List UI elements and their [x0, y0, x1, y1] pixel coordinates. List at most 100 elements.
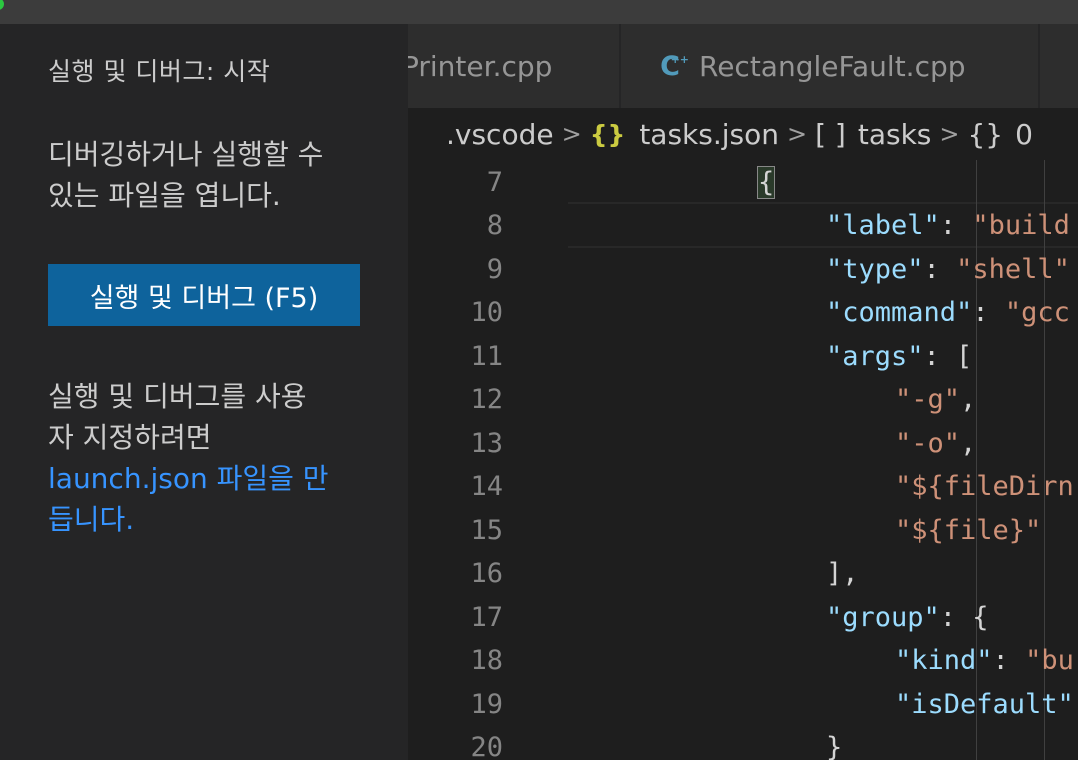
code-text: "kind": "bu: [895, 645, 1074, 676]
code-token: "type": [826, 253, 924, 285]
code-token: "-o": [895, 427, 961, 459]
code-text: "args": [: [826, 341, 972, 372]
code-text: "${fileDirn: [895, 471, 1074, 502]
code-token: : {: [939, 601, 989, 633]
tab-label: RectangleFault.cpp: [699, 49, 966, 83]
chevron-right-icon: >: [786, 120, 808, 148]
cpp-file-icon: C ++: [660, 50, 689, 82]
line-number: 20: [470, 732, 503, 760]
code-token: :: [972, 297, 1005, 328]
breadcrumb-object[interactable]: 0: [1015, 118, 1033, 151]
code-text: ],: [826, 558, 859, 589]
code-token: :: [923, 253, 957, 285]
code-token: ,: [960, 427, 977, 459]
code-text: "label": "build: [826, 210, 1070, 241]
code-text: "command": "gcc: [826, 297, 1070, 328]
chevron-right-icon: >: [939, 120, 960, 148]
code-text: "-o",: [895, 428, 976, 459]
breadcrumb-array[interactable]: tasks: [858, 118, 932, 151]
editor-tab-bar: Printer.cpp C++ RectangleFault.cpp C: [408, 24, 1078, 108]
code-token: "label": [826, 210, 940, 241]
breadcrumb: .vscode > {} tasks.json > [ ] tasks > {}…: [408, 108, 1078, 160]
code-token: {: [756, 165, 776, 199]
line-number: 14: [470, 471, 503, 502]
line-number: 18: [470, 645, 503, 676]
tab-rectanglefault-cpp[interactable]: C ++ RectangleFault.cpp: [621, 24, 1039, 108]
line-number: 19: [470, 688, 503, 720]
code-token: "command": [826, 297, 973, 328]
chevron-right-icon: >: [561, 120, 582, 148]
description-line: 있는 파일을 엽니다.: [48, 179, 281, 212]
code-token: "kind": [895, 645, 993, 676]
code-token: "-g": [895, 384, 961, 415]
title-bar: [0, 0, 1078, 24]
code-token: :: [939, 210, 973, 241]
run-debug-sidebar: 실행 및 디버그: 시작 디버깅하거나 실행할 수 있는 파일을 엽니다. 실행…: [0, 24, 408, 760]
code-token: : [: [923, 340, 973, 372]
customize-hint: 실행 및 디버그를 사용 자 지정하려면 launch.json 파일을 만 듭…: [48, 376, 378, 540]
line-number: 13: [470, 427, 503, 459]
customize-line: 실행 및 디버그를 사용: [48, 380, 307, 413]
code-token: "gcc: [1004, 297, 1070, 328]
array-symbol-icon: [ ]: [815, 117, 846, 151]
code-token: "shell": [956, 253, 1070, 285]
sidebar-description: 디버깅하거나 실행할 수 있는 파일을 엽니다.: [48, 134, 378, 216]
line-number: 9: [486, 253, 503, 285]
customize-line: 자 지정하려면: [48, 421, 212, 454]
tab-next-file[interactable]: C: [1040, 24, 1078, 108]
code-token: }: [826, 732, 843, 760]
code-text: "-g",: [895, 384, 976, 415]
line-number: 8: [486, 210, 503, 241]
window-maximize-button[interactable]: [0, 0, 4, 10]
code-token: ],: [826, 558, 859, 589]
line-number: 16: [470, 558, 503, 589]
line-number: 10: [470, 297, 503, 328]
object-symbol-icon: {}: [967, 117, 1004, 151]
code-token: ,: [960, 384, 977, 415]
code-token: "${file}": [895, 514, 1042, 546]
line-number: 17: [470, 601, 503, 633]
code-line: 14 "${fileDirn: [408, 465, 1078, 509]
code-line: 7{: [408, 160, 1078, 204]
code-token: "bu: [1025, 645, 1074, 676]
code-line: 20}: [408, 726, 1078, 760]
code-line: 16],: [408, 552, 1078, 596]
code-line: 19 "isDefault": [408, 682, 1078, 726]
code-line: 15 "${file}": [408, 508, 1078, 552]
code-text: "type": "shell": [826, 254, 1070, 285]
code-token: "build: [972, 210, 1070, 241]
code-token: "args": [826, 340, 924, 372]
code-token: "${fileDirn: [895, 471, 1074, 502]
code-line: 11 "args": [: [408, 334, 1078, 378]
code-line: 10 "command": "gcc: [408, 291, 1078, 335]
code-token: "isDefault": [895, 688, 1074, 720]
run-and-debug-button[interactable]: 실행 및 디버그 (F5): [48, 264, 360, 326]
code-line: 12 "-g",: [408, 378, 1078, 422]
code-text: "isDefault": [895, 689, 1074, 720]
code-line: 18 "kind": "bu: [408, 639, 1078, 683]
breadcrumb-file[interactable]: tasks.json: [639, 118, 779, 151]
code-line: 13 "-o",: [408, 421, 1078, 465]
tab-printer-cpp[interactable]: Printer.cpp: [408, 24, 620, 108]
cpp-file-icon: C: [1072, 51, 1078, 82]
line-number: 7: [486, 166, 503, 198]
code-line: 9 "type": "shell": [408, 247, 1078, 291]
line-number: 15: [470, 514, 503, 546]
line-number: 11: [470, 340, 503, 372]
description-line: 디버깅하거나 실행할 수: [48, 138, 324, 171]
json-file-icon: {}: [589, 119, 626, 149]
code-line: 17 "group": {: [408, 595, 1078, 639]
code-line: 8 "label": "build: [408, 204, 1078, 248]
code-text: "${file}": [895, 515, 1041, 546]
tab-label: Printer.cpp: [408, 49, 553, 83]
code-token: "group": [826, 601, 940, 633]
breadcrumb-folder[interactable]: .vscode: [446, 118, 554, 151]
create-launch-json-link[interactable]: 듭니다.: [48, 499, 378, 540]
sidebar-title: 실행 및 디버그: 시작: [48, 57, 271, 86]
code-token: :: [992, 645, 1026, 676]
line-number: 12: [470, 384, 503, 415]
code-text: }: [826, 732, 842, 760]
create-launch-json-link[interactable]: launch.json 파일을 만: [48, 458, 378, 499]
code-editor[interactable]: 7{8 "label": "build 9 "type": "shell" 10 "com…: [408, 160, 1078, 760]
code-text: "group": {: [826, 602, 989, 633]
